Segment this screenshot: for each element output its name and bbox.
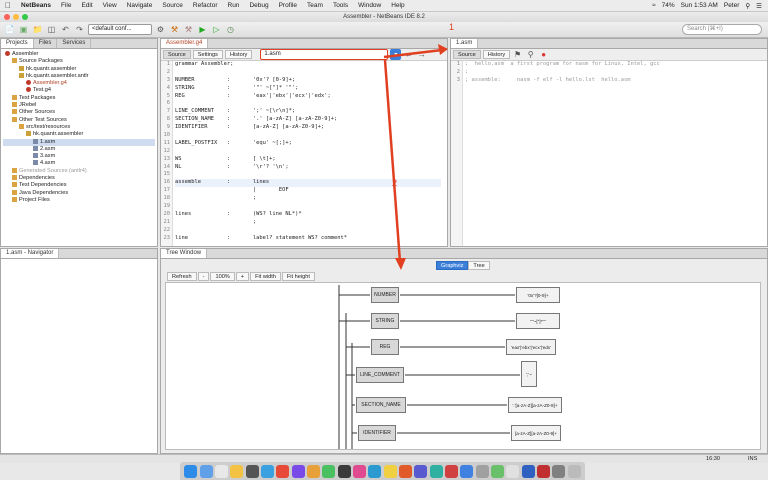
dock-app-icon[interactable] bbox=[291, 464, 305, 478]
dock-app-icon[interactable] bbox=[445, 464, 459, 478]
dock-app-icon[interactable] bbox=[521, 464, 535, 478]
dock-app-icon[interactable] bbox=[214, 464, 228, 478]
annotation-number-2: 2 bbox=[392, 178, 398, 188]
dock-app-icon[interactable] bbox=[260, 464, 274, 478]
dock-app-icon[interactable] bbox=[460, 464, 474, 478]
dock-app-icon[interactable] bbox=[337, 464, 351, 478]
mac-dock bbox=[180, 462, 585, 480]
dock-app-icon[interactable] bbox=[352, 464, 366, 478]
dock-app-icon[interactable] bbox=[368, 464, 382, 478]
dock-app-icon[interactable] bbox=[414, 464, 428, 478]
dock-app-icon[interactable] bbox=[398, 464, 412, 478]
dock-app-icon[interactable] bbox=[199, 464, 213, 478]
dock-app-icon[interactable] bbox=[230, 464, 244, 478]
dock-app-icon[interactable] bbox=[506, 464, 520, 478]
dock-app-icon[interactable] bbox=[567, 464, 581, 478]
dock-app-icon[interactable] bbox=[552, 464, 566, 478]
dock-app-icon[interactable] bbox=[429, 464, 443, 478]
dock-app-icon[interactable] bbox=[306, 464, 320, 478]
dock-app-icon[interactable] bbox=[491, 464, 505, 478]
dock-app-icon[interactable] bbox=[245, 464, 259, 478]
dock-app-icon[interactable] bbox=[276, 464, 290, 478]
annotation-overlay bbox=[383, 44, 448, 270]
dock-app-icon[interactable] bbox=[383, 464, 397, 478]
dock-app-icon[interactable] bbox=[184, 464, 198, 478]
annotation-number-1: 1 bbox=[449, 22, 455, 32]
dock-app-icon[interactable] bbox=[322, 464, 336, 478]
dock-app-icon[interactable] bbox=[537, 464, 551, 478]
dock-app-icon[interactable] bbox=[475, 464, 489, 478]
